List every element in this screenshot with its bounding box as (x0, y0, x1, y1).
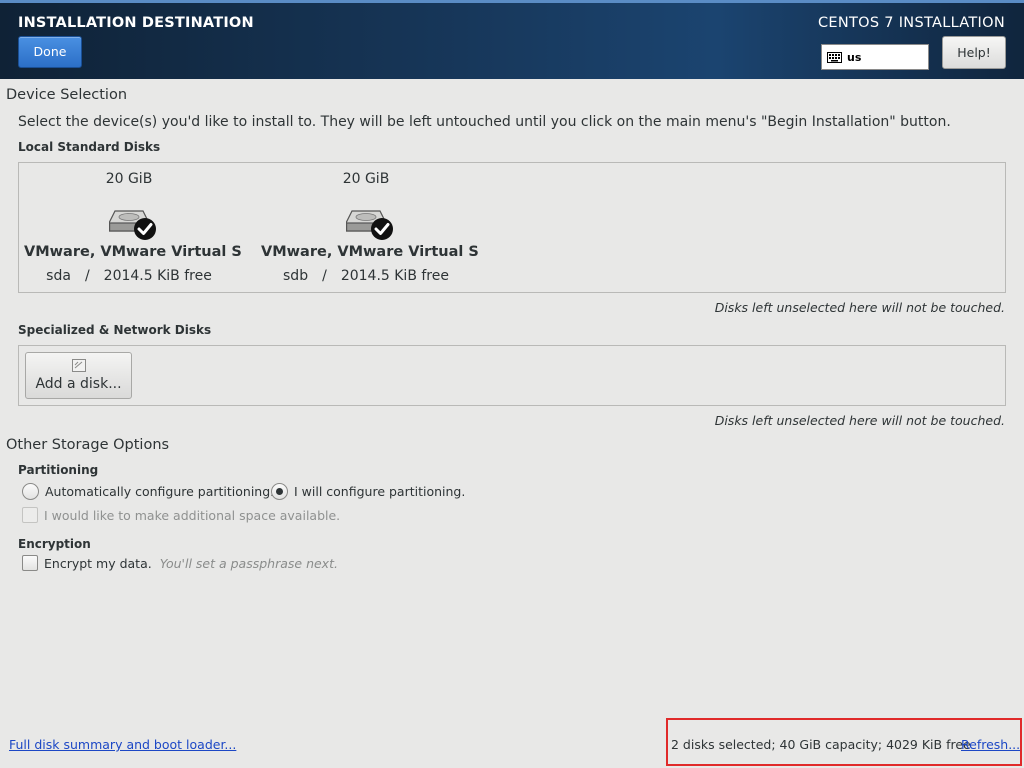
additional-space-checkbox (22, 507, 38, 523)
header-bar: INSTALLATION DESTINATION Done CENTOS 7 I… (0, 0, 1024, 79)
done-button[interactable]: Done (18, 36, 82, 68)
disk-sda[interactable]: 20 GiB VMware, VMware Virtual S sda / 2014… (24, 163, 242, 287)
disk-size: 20 GiB (342, 171, 390, 187)
page-title: INSTALLATION DESTINATION (18, 15, 254, 31)
specialized-disks-note: Disks left unselected here will not be t… (714, 413, 1005, 428)
keyboard-icon (827, 51, 842, 63)
refresh-link[interactable]: Refresh... (961, 737, 1020, 752)
disk-info: sdb / 2014.5 KiB free (261, 268, 471, 284)
device-selection-instructions: Select the device(s) you'd like to insta… (18, 114, 951, 130)
local-disks-note: Disks left unselected here will not be t… (714, 300, 1005, 315)
manual-partitioning-label: I will configure partitioning. (294, 484, 466, 499)
specialized-disks-heading: Specialized & Network Disks (18, 323, 212, 337)
disk-free: 2014.5 KiB free (340, 268, 449, 284)
keyboard-layout-indicator[interactable]: us (821, 44, 929, 70)
disk-device: sdb (283, 268, 309, 284)
partitioning-heading: Partitioning (18, 463, 99, 477)
manual-partitioning-radio[interactable] (271, 483, 288, 500)
disk-size: 20 GiB (105, 171, 153, 187)
encryption-heading: Encryption (18, 537, 91, 551)
specialized-disks-panel (18, 345, 1006, 406)
additional-space-option: I would like to make additional space av… (22, 507, 340, 523)
manual-partitioning-option[interactable]: I will configure partitioning. (271, 483, 465, 500)
disk-name: VMware, VMware Virtual S (261, 244, 479, 260)
keyboard-layout-label: us (847, 50, 862, 64)
add-disk-label: Add a disk... (35, 376, 122, 392)
encrypt-option[interactable]: Encrypt my data. You'll set a passphrase… (22, 555, 338, 571)
disk-device: sda (46, 268, 71, 284)
auto-partitioning-option[interactable]: Automatically configure partitioning. (22, 483, 274, 500)
device-selection-heading: Device Selection (6, 87, 128, 103)
help-button[interactable]: Help! (942, 36, 1006, 69)
encrypt-checkbox[interactable] (22, 555, 38, 571)
encrypt-hint: You'll set a passphrase next. (159, 555, 338, 571)
additional-space-label: I would like to make additional space av… (44, 507, 341, 523)
auto-partitioning-label: Automatically configure partitioning. (45, 484, 275, 499)
local-disks-heading: Local Standard Disks (18, 140, 161, 154)
product-title: CENTOS 7 INSTALLATION (817, 15, 1005, 31)
disk-sdb[interactable]: 20 GiB VMware, VMware Virtual S sdb / 2014… (261, 163, 479, 287)
disk-free: 2014.5 KiB free (103, 268, 212, 284)
disk-name: VMware, VMware Virtual S (24, 244, 242, 260)
disk-info-separator: / (84, 268, 90, 284)
disk-info: sda / 2014.5 KiB free (24, 268, 234, 284)
auto-partitioning-radio[interactable] (22, 483, 39, 500)
disk-selection-status: 2 disks selected; 40 GiB capacity; 4029 … (671, 737, 971, 752)
add-disk-button[interactable]: Add a disk... (25, 352, 132, 399)
hard-disk-selected-icon (346, 210, 393, 240)
disk-info-separator: / (322, 268, 327, 284)
hard-disk-selected-icon (109, 210, 156, 240)
encrypt-label: Encrypt my data. (44, 555, 152, 571)
local-disks-panel: 20 GiB VMware, VMware Virtual S sda / 2014… (18, 162, 1006, 293)
other-storage-heading: Other Storage Options (6, 437, 170, 453)
disk-summary-link[interactable]: Full disk summary and boot loader... (9, 737, 236, 752)
add-disk-icon (72, 359, 86, 372)
